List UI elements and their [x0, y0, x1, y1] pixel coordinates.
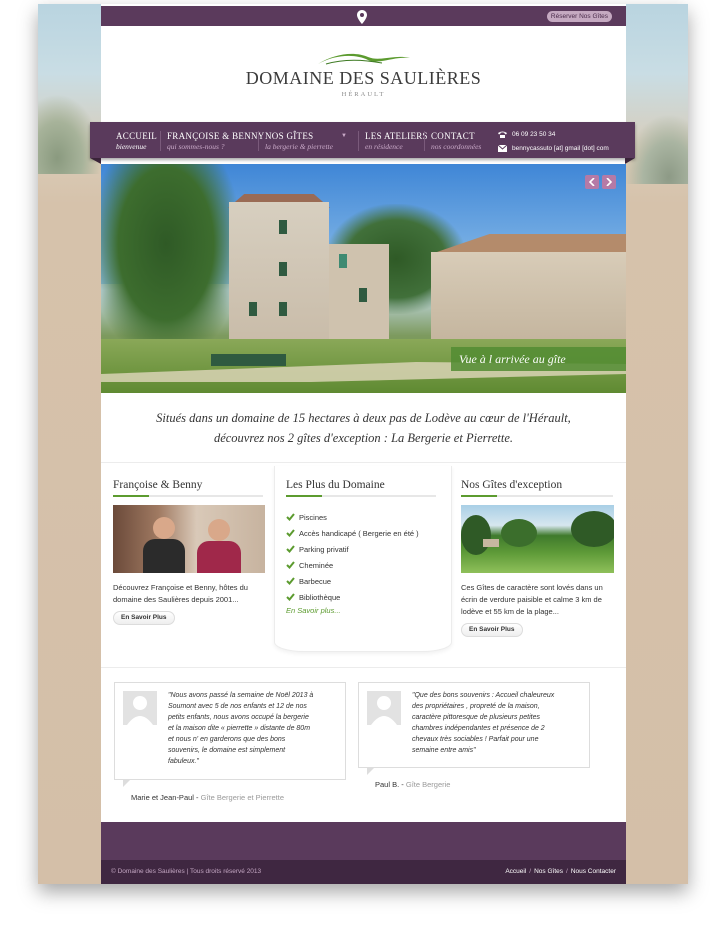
nav-sublabel: bienvenue [116, 142, 147, 151]
footer-link-gites[interactable]: Nos Gîtes [534, 868, 563, 875]
footer-link-accueil[interactable]: Accueil [505, 868, 526, 875]
nav-item-nos-gites[interactable]: NOS GÎTES la bergerie & pierrette ▼ [258, 131, 347, 151]
nav-item-francoise-benny[interactable]: FRANÇOISE & BENNY qui sommes-nous ? [160, 131, 265, 151]
phone-number[interactable]: 06 09 23 50 34 [512, 131, 555, 138]
phone-icon [498, 131, 507, 138]
nav-item-contact[interactable]: CONTACT nos coordonnées [424, 131, 481, 151]
phone-row: 06 09 23 50 34 [498, 129, 609, 140]
dropdown-caret-icon: ▼ [341, 133, 347, 139]
francoise-more-button[interactable]: En Savoir Plus [113, 611, 175, 625]
footer-link-contact[interactable]: Nous Contacter [571, 868, 616, 875]
nav-label: CONTACT [431, 131, 475, 141]
nav-label: LES ATELIERS [365, 131, 428, 141]
nav-item-ateliers[interactable]: LES ATELIERS en résidence [358, 131, 428, 151]
nav-sublabel: qui sommes-nous ? [167, 142, 225, 151]
top-bar: Réserver Nos Gîtes [101, 6, 626, 26]
nav-label: ACCUEIL [116, 131, 158, 141]
nav-sublabel: en résidence [365, 142, 403, 151]
footer-links: Accueil / Nos Gîtes / Nous Contacter [505, 868, 616, 875]
plus-more-link[interactable]: En Savoir plus... [286, 606, 341, 615]
email-address[interactable]: bennycassuto [at] gmail [dot] com [512, 145, 609, 152]
logo-title: DOMAINE DES SAULIÈRES [245, 68, 482, 88]
reserve-button[interactable]: Réserver Nos Gîtes [546, 11, 612, 22]
nav-sublabel: nos coordonnées [431, 142, 482, 151]
email-row: bennycassuto [at] gmail [dot] com [498, 143, 609, 154]
logo-subtitle: HÉRAULT [341, 91, 386, 98]
nav-item-accueil[interactable]: ACCUEIL bienvenue [110, 131, 157, 151]
nav-label: FRANÇOISE & BENNY [167, 131, 265, 141]
gites-more-button[interactable]: En Savoir Plus [461, 623, 523, 637]
nav-sublabel: la bergerie & pierrette [265, 142, 333, 151]
map-pin-icon [355, 9, 369, 25]
nav-contact-info: 06 09 23 50 34 bennycassuto [at] gmail [… [498, 129, 609, 157]
envelope-icon [498, 145, 507, 152]
logo-swoosh-icon [317, 53, 410, 65]
nav-label: NOS GÎTES [265, 131, 314, 141]
logo[interactable]: DOMAINE DES SAULIÈRES HÉRAULT [101, 52, 626, 98]
main-nav: ACCUEIL bienvenue FRANÇOISE & BENNY qui … [90, 122, 635, 164]
